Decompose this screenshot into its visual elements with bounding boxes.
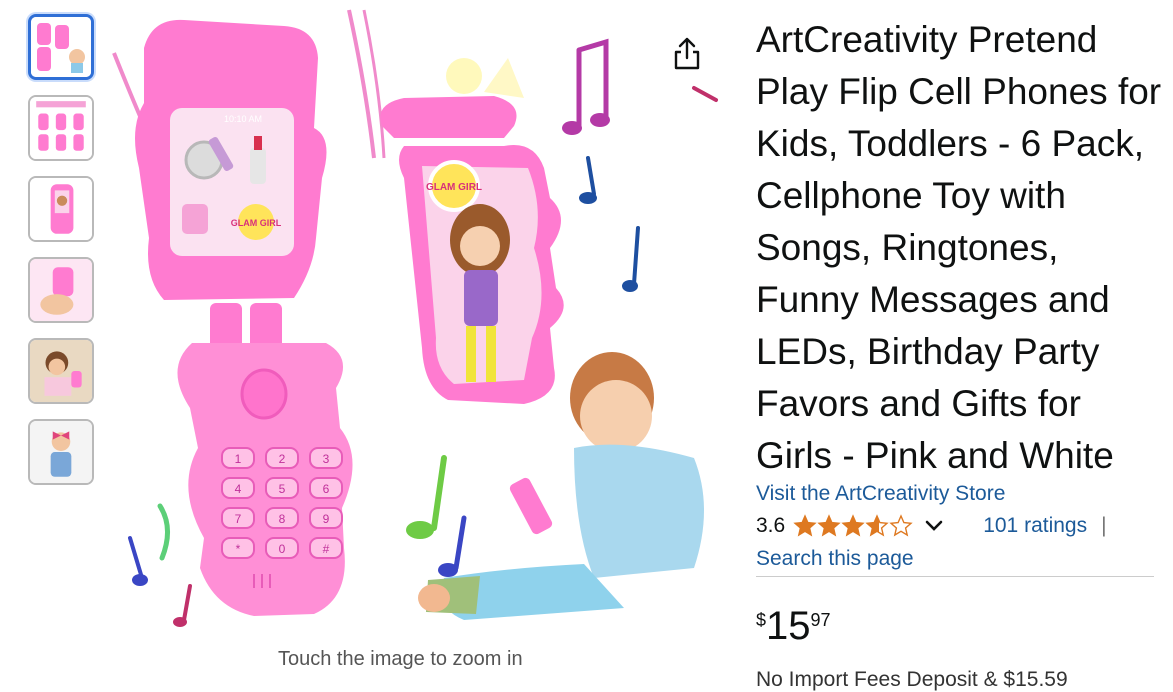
- keypad-key: 3: [309, 447, 343, 469]
- phone-clock: 10:10 AM: [224, 114, 262, 124]
- product-main-image[interactable]: GLAM GIRL 10:10 AM 1 2 3 4 5 6 7 8 9 * 0 # GLAM GIR…: [104, 8, 724, 638]
- rating-row: 3.6 101 ratings |: [756, 512, 1107, 540]
- thumbnail-phone-in-hand[interactable]: [28, 257, 94, 323]
- svg-text:5: 5: [279, 482, 286, 496]
- svg-text:0: 0: [279, 542, 286, 556]
- keypad-key: 0: [265, 537, 299, 559]
- keypad-key: 8: [265, 507, 299, 529]
- keypad-key: #: [309, 537, 343, 559]
- price: $ 15 97: [756, 604, 831, 648]
- brand-badge-large: GLAM GIRL: [426, 182, 482, 193]
- ratings-count-link[interactable]: 101 ratings: [983, 514, 1087, 538]
- search-page-link[interactable]: Search this page: [756, 547, 914, 571]
- keypad-key: 1: [221, 447, 255, 469]
- thumbnail-single-phone[interactable]: [28, 176, 94, 242]
- thumbnail-six-pack[interactable]: [28, 95, 94, 161]
- chevron-down-icon[interactable]: [925, 520, 943, 532]
- svg-text:7: 7: [235, 512, 242, 526]
- star-icon: [793, 514, 817, 537]
- thumbnail-child-playing[interactable]: [28, 338, 94, 404]
- svg-text:6: 6: [323, 482, 330, 496]
- price-fraction: 97: [810, 610, 831, 630]
- rating-value: 3.6: [756, 514, 786, 537]
- svg-text:2: 2: [279, 452, 286, 466]
- svg-text:*: *: [236, 542, 241, 556]
- svg-text:3: 3: [323, 452, 330, 466]
- star-icon: [889, 514, 913, 537]
- thumbnail-phones-and-child[interactable]: [28, 14, 94, 80]
- keypad-key: 7: [221, 507, 255, 529]
- thumbnail-strip: [28, 14, 98, 500]
- keypad-key: 5: [265, 477, 299, 499]
- svg-text:1: 1: [235, 452, 242, 466]
- divider: [756, 576, 1154, 577]
- product-title: ArtCreativity Pretend Play Flip Cell Pho…: [756, 19, 1162, 476]
- price-whole: 15: [766, 604, 811, 648]
- svg-text:4: 4: [235, 482, 242, 496]
- keypad-key: *: [221, 537, 255, 559]
- star-icon: [841, 514, 865, 537]
- keypad-key: 4: [221, 477, 255, 499]
- brand-badge-small: GLAM GIRL: [231, 218, 282, 228]
- separator: |: [1101, 514, 1107, 537]
- svg-text:9: 9: [323, 512, 330, 526]
- svg-text:#: #: [323, 542, 330, 556]
- star-icon: [817, 514, 841, 537]
- store-link[interactable]: Visit the ArtCreativity Store: [756, 482, 1005, 506]
- zoom-hint: Touch the image to zoom in: [278, 648, 523, 670]
- delivery-info: No Import Fees Deposit & $15.59: [756, 668, 1068, 691]
- svg-text:8: 8: [279, 512, 286, 526]
- keypad-key: 6: [309, 477, 343, 499]
- star-icon: [865, 514, 889, 537]
- thumbnail-girl-with-bow[interactable]: [28, 419, 94, 485]
- keypad-key: 9: [309, 507, 343, 529]
- share-icon[interactable]: [672, 36, 702, 72]
- keypad-key: 2: [265, 447, 299, 469]
- price-symbol: $: [756, 610, 767, 630]
- rating-stars[interactable]: [793, 514, 913, 538]
